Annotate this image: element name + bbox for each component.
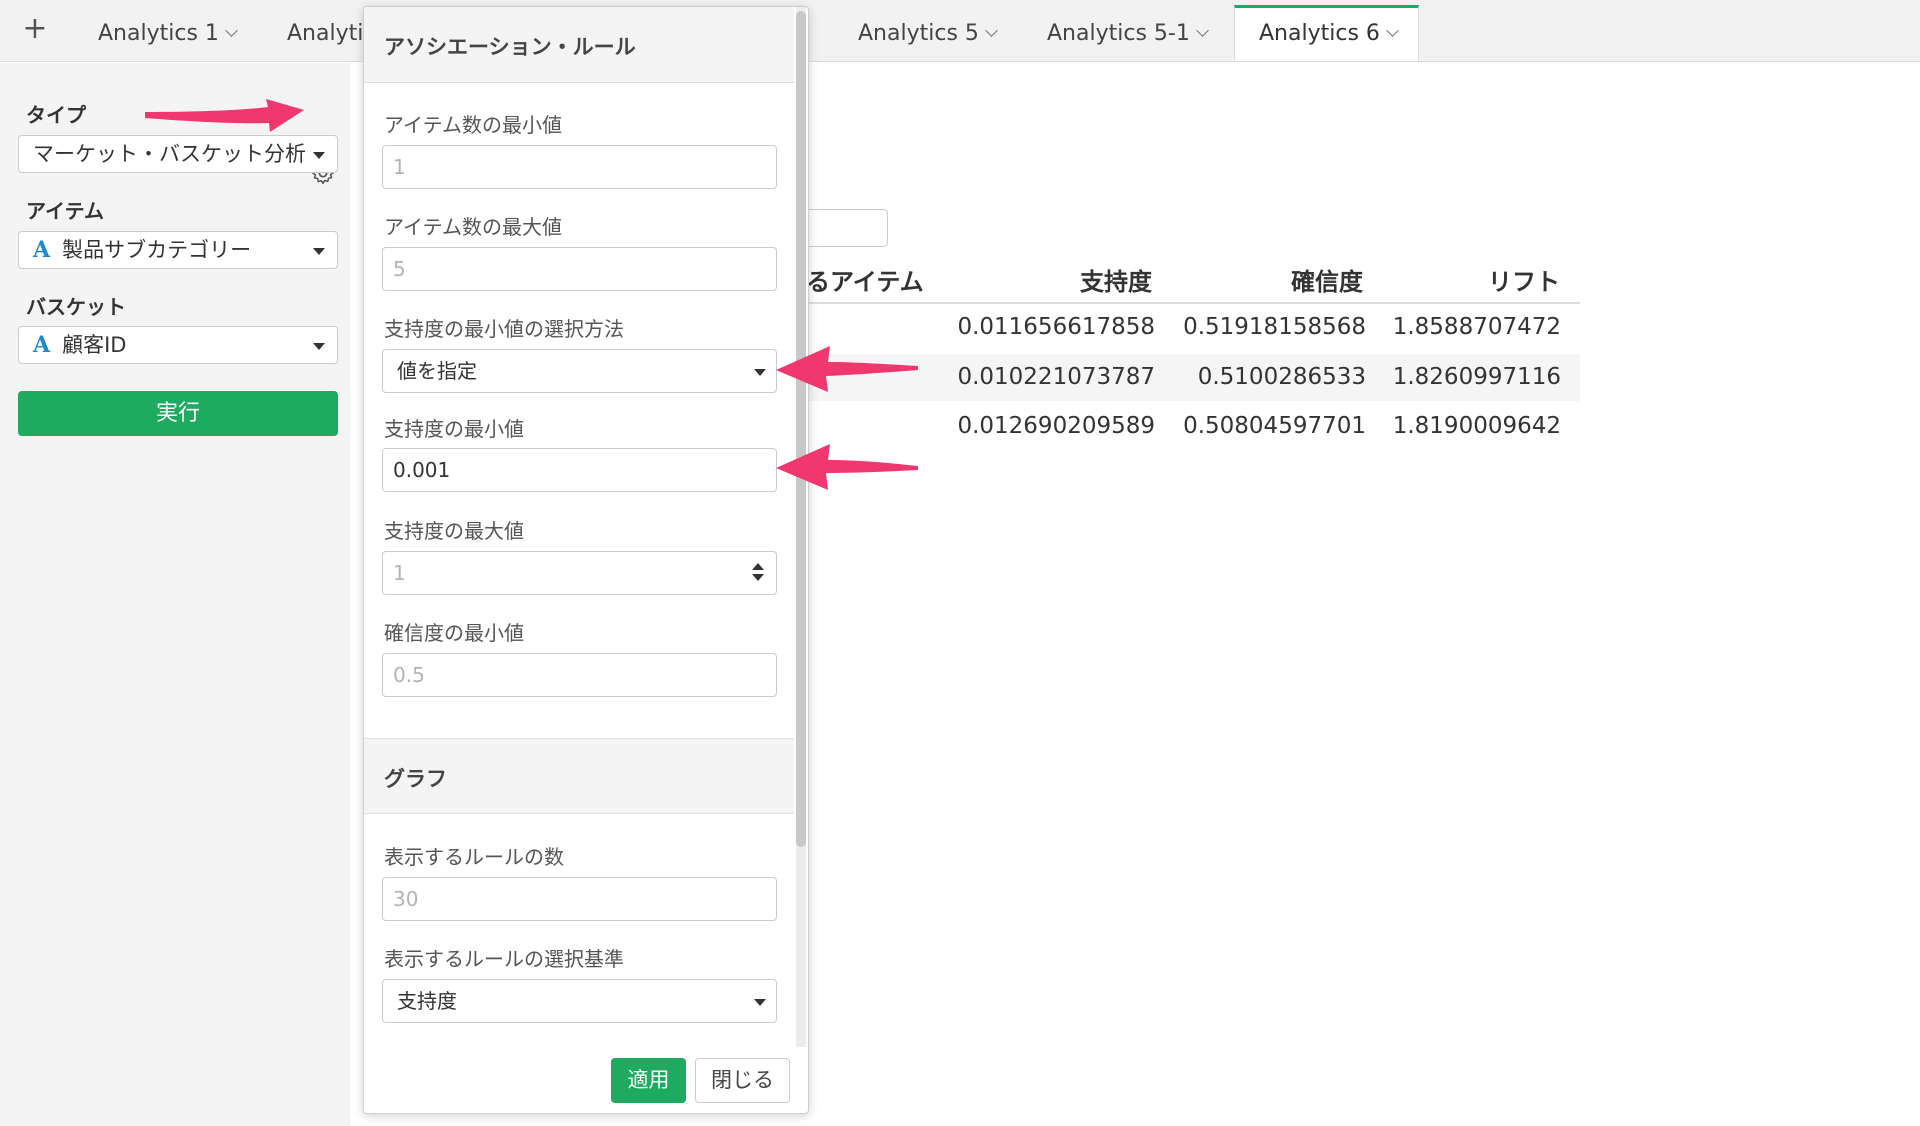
caret-down-icon <box>313 152 325 159</box>
association-rule-settings-dialog: アソシエーション・ルール アイテム数の最小値 1 アイテム数の最大値 5 支持度… <box>363 6 809 1114</box>
section-title: アソシエーション・ルール <box>384 35 636 59</box>
rule-count-input[interactable]: 30 <box>382 877 777 921</box>
tab-analytics-1[interactable]: Analytics 1 <box>86 8 248 62</box>
tab-label: Analytics 1 <box>98 21 219 46</box>
column-header-confidence: 確信度 <box>1291 268 1363 296</box>
text-type-icon: A <box>33 237 51 263</box>
close-button[interactable]: 閉じる <box>695 1058 790 1103</box>
chevron-down-icon <box>985 24 998 37</box>
cell-lift: 1.8190009642 <box>1392 413 1561 439</box>
min-support-input[interactable]: 0.001 <box>382 448 777 492</box>
filter-input[interactable] <box>800 209 888 247</box>
support-method-value: 値を指定 <box>397 359 477 383</box>
type-select[interactable]: マーケット・バスケット分析 <box>18 135 338 173</box>
add-tab-button[interactable]: + <box>20 12 50 48</box>
caret-down-icon <box>313 343 325 350</box>
tab-label: Analytics 5 <box>858 21 979 46</box>
run-button[interactable]: 実行 <box>18 391 338 436</box>
rule-criteria-label: 表示するルールの選択基準 <box>384 947 624 971</box>
min-confidence-input[interactable]: 0.5 <box>382 653 777 697</box>
support-method-label: 支持度の最小値の選択方法 <box>384 317 624 341</box>
column-header-lift: リフト <box>1488 268 1560 296</box>
item-select-value: 製品サブカテゴリー <box>62 238 252 262</box>
tab-analytics-5-1[interactable]: Analytics 5-1 <box>1035 8 1219 62</box>
basket-label: バスケット <box>26 295 126 319</box>
tab-label: Analytics 6 <box>1259 21 1380 46</box>
tab-analytics-6[interactable]: Analytics 6 <box>1234 5 1419 61</box>
table-header-divider <box>800 302 1580 304</box>
section-header-association-rules: アソシエーション・ルール <box>364 7 794 83</box>
chevron-down-icon <box>1195 24 1209 37</box>
section-header-graph: グラフ <box>364 738 794 814</box>
type-label: タイプ <box>26 103 86 127</box>
text-type-icon: A <box>33 332 51 358</box>
caret-down-icon <box>754 369 766 376</box>
chevron-down-icon <box>225 24 238 37</box>
tab-label: Analytics 5-1 <box>1047 21 1190 46</box>
basket-select-value: 顧客ID <box>62 333 127 357</box>
min-support-label: 支持度の最小値 <box>384 417 524 441</box>
left-panel: タイプ マーケット・バスケット分析 アイテム A 製品サブカテゴリー バスケット … <box>0 63 350 1126</box>
cell-lift: 1.8260997116 <box>1392 364 1561 390</box>
section-title: グラフ <box>384 767 447 791</box>
tab-bar: + Analytics 1 Analytic Analytics 5 Analy… <box>0 0 1920 62</box>
min-items-input[interactable]: 1 <box>382 145 777 189</box>
rule-count-label: 表示するルールの数 <box>384 845 564 869</box>
caret-down-icon <box>754 999 766 1006</box>
caret-down-icon <box>313 248 325 255</box>
cell-support: 0.012690209589 <box>957 413 1155 439</box>
cell-support: 0.010221073787 <box>957 364 1155 390</box>
rule-criteria-value: 支持度 <box>397 989 457 1013</box>
min-confidence-label: 確信度の最小値 <box>384 621 524 645</box>
column-header-support: 支持度 <box>1080 268 1152 296</box>
min-items-label: アイテム数の最小値 <box>384 113 562 137</box>
support-method-select[interactable]: 値を指定 <box>382 349 777 393</box>
rule-criteria-select[interactable]: 支持度 <box>382 979 777 1023</box>
tab-analytics-5[interactable]: Analytics 5 <box>846 8 1008 62</box>
column-header-items: るアイテム <box>806 268 924 296</box>
max-support-input[interactable]: 1 <box>382 551 777 595</box>
max-items-label: アイテム数の最大値 <box>384 215 562 239</box>
tab-label: Analytic <box>287 21 370 46</box>
item-select[interactable]: A 製品サブカテゴリー <box>18 231 338 269</box>
number-spinner-icon[interactable] <box>752 563 764 585</box>
item-label: アイテム <box>26 199 104 223</box>
max-support-placeholder: 1 <box>393 561 406 585</box>
cell-lift: 1.8588707472 <box>1392 314 1561 340</box>
max-support-label: 支持度の最大値 <box>384 519 524 543</box>
apply-button[interactable]: 適用 <box>611 1058 686 1103</box>
chevron-down-icon <box>1386 24 1399 37</box>
type-select-value: マーケット・バスケット分析 <box>33 142 306 166</box>
dialog-scrollbar-thumb[interactable] <box>796 11 806 847</box>
cell-support: 0.011656617858 <box>957 314 1155 340</box>
tab-analytics-2[interactable]: Analytic <box>275 8 370 62</box>
basket-select[interactable]: A 顧客ID <box>18 326 338 364</box>
max-items-input[interactable]: 5 <box>382 247 777 291</box>
